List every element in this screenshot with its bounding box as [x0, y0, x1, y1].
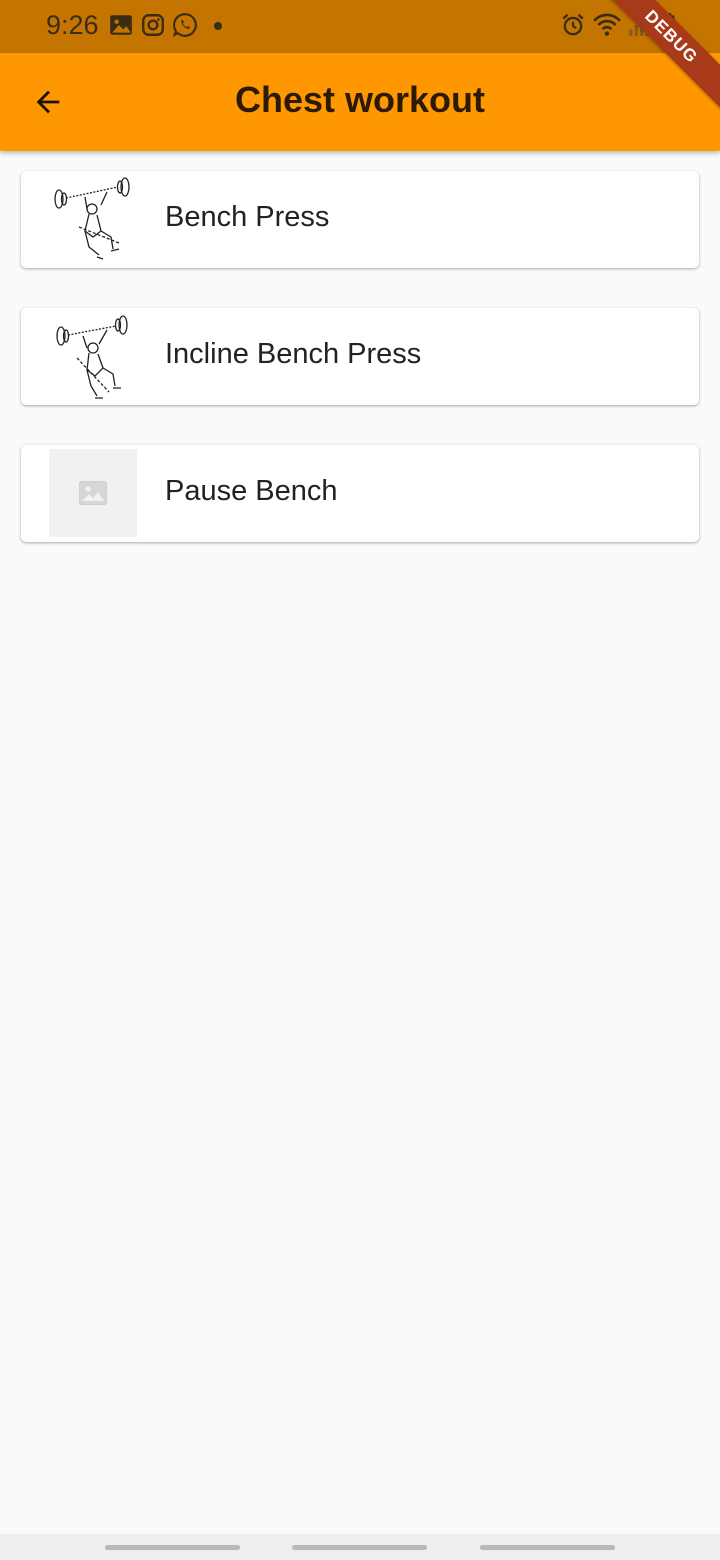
recent-apps-handle[interactable]	[105, 1545, 240, 1550]
alarm-icon	[562, 13, 584, 36]
exercise-name: Bench Press	[165, 201, 330, 233]
notification-dot-icon	[214, 22, 222, 30]
home-handle[interactable]	[292, 1545, 427, 1550]
app-bar: Chest workout	[0, 53, 720, 151]
exercise-name: Incline Bench Press	[165, 338, 422, 370]
status-time: 9:26	[46, 10, 99, 40]
exercise-card-pause-bench[interactable]: Pause Bench	[21, 445, 699, 542]
exercise-card-bench-press[interactable]: Bench Press	[21, 171, 699, 268]
wifi-icon	[593, 13, 621, 36]
gesture-bar	[0, 1534, 720, 1560]
status-bar: 9:26	[0, 0, 720, 53]
image-placeholder-icon	[79, 481, 107, 505]
exercise-name: Pause Bench	[165, 475, 338, 507]
bench-press-illustration	[54, 177, 130, 260]
screen: 9:26 DEBUG Chest workout Bench Press Inc…	[0, 0, 720, 1560]
whatsapp-icon	[172, 13, 197, 37]
image-icon	[110, 15, 132, 35]
exercise-card-incline-bench-press[interactable]: Incline Bench Press	[21, 308, 699, 405]
page-title: Chest workout	[234, 79, 485, 120]
incline-bench-press-illustration	[56, 315, 128, 399]
thumbnail-placeholder	[49, 449, 137, 537]
back-handle[interactable]	[480, 1545, 615, 1550]
instagram-icon	[142, 14, 164, 36]
